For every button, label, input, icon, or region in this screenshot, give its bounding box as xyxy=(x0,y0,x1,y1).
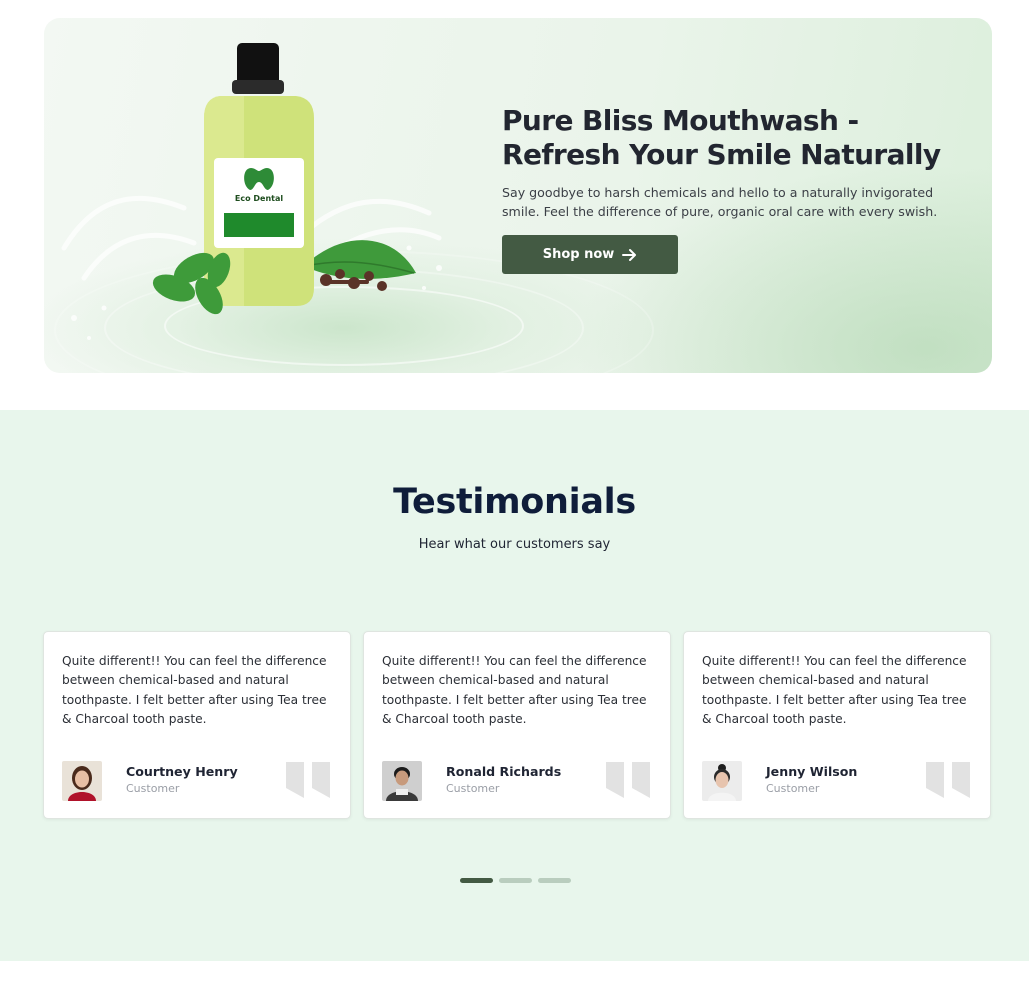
carousel-dot-1[interactable] xyxy=(460,878,493,883)
svg-text:Eco Dental: Eco Dental xyxy=(235,194,283,203)
avatar xyxy=(382,761,422,801)
mouthwash-product-image: Eco Dental xyxy=(61,43,442,340)
testimonials-subtitle: Hear what our customers say xyxy=(418,537,611,552)
hero-title: Pure Bliss Mouthwash - Refresh Your Smil… xyxy=(502,104,941,171)
testimonial-quote: Quite different!! You can feel the diffe… xyxy=(382,654,647,726)
testimonial-quote: Quite different!! You can feel the diffe… xyxy=(62,654,327,726)
quote-icon xyxy=(926,762,970,798)
testimonials-title: Testimonials xyxy=(393,482,636,522)
shop-now-button[interactable]: Shop now xyxy=(502,235,678,274)
hero-text-block: Pure Bliss Mouthwash - Refresh Your Smil… xyxy=(502,104,962,274)
arrow-right-icon xyxy=(622,248,637,261)
testimonial-card: Quite different!! You can feel the diffe… xyxy=(43,631,351,819)
quote-icon xyxy=(286,762,330,798)
shop-now-label: Shop now xyxy=(542,247,615,262)
hero-description: Say goodbye to harsh chemicals and hello… xyxy=(502,185,938,219)
carousel-pagination xyxy=(460,878,571,883)
customer-name: Courtney Henry xyxy=(126,764,238,779)
quote-icon xyxy=(606,762,650,798)
customer-role: Customer xyxy=(766,782,820,795)
avatar xyxy=(62,761,102,801)
testimonial-card: Quite different!! You can feel the diffe… xyxy=(683,631,991,819)
carousel-dot-3[interactable] xyxy=(538,878,571,883)
testimonial-quote: Quite different!! You can feel the diffe… xyxy=(702,654,967,726)
carousel-dot-2[interactable] xyxy=(499,878,532,883)
customer-name: Jenny Wilson xyxy=(766,764,858,779)
testimonial-card: Quite different!! You can feel the diffe… xyxy=(363,631,671,819)
customer-role: Customer xyxy=(126,782,180,795)
testimonials-section: Testimonials Hear what our customers say… xyxy=(0,410,1029,961)
hero-banner: Eco Dental Pure Bliss Mouthwash - Refres… xyxy=(44,18,992,373)
customer-role: Customer xyxy=(446,782,500,795)
customer-name: Ronald Richards xyxy=(446,764,562,779)
avatar xyxy=(702,761,742,801)
